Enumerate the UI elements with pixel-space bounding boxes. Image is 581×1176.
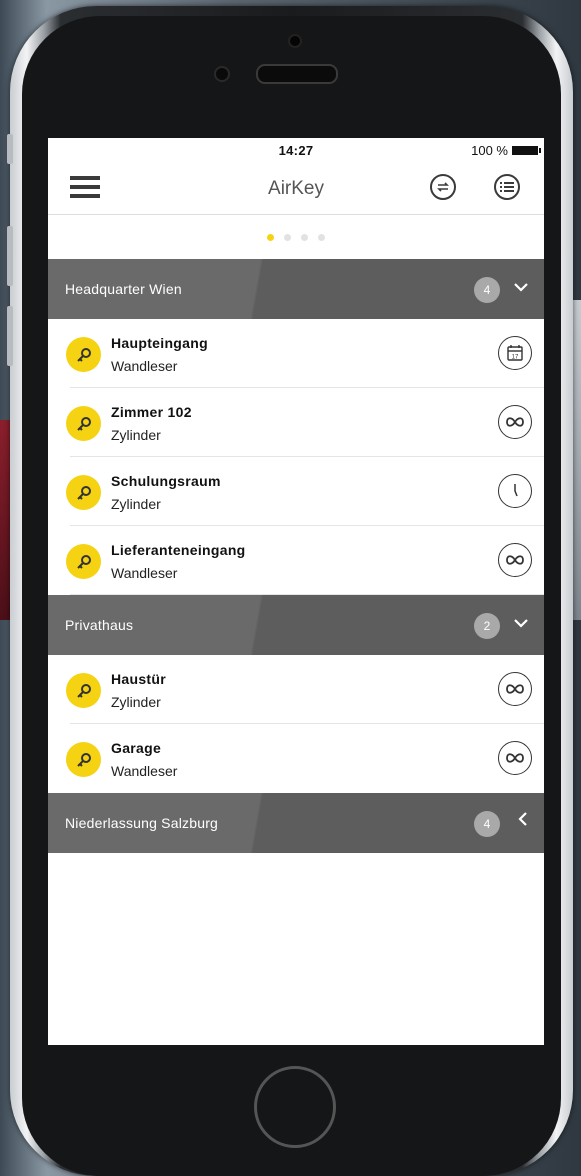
group-count-badge: 4 — [474, 811, 500, 837]
group-header-privathaus[interactable]: Privathaus 2 — [48, 595, 544, 655]
key-icon — [66, 475, 101, 510]
volume-up-button — [7, 226, 13, 286]
app-screen: 14:27 100 % AirKey Headquarter Wien 4 Ha… — [48, 138, 544, 1045]
key-icon — [66, 742, 101, 777]
item-name: Garage — [111, 740, 162, 756]
item-name: Lieferanteneingang — [111, 542, 246, 558]
chevron-down-icon[interactable] — [514, 276, 528, 297]
home-button[interactable] — [254, 1066, 336, 1148]
battery-indicator: 100 % — [471, 143, 541, 158]
item-type: Wandleser — [111, 763, 178, 779]
calendar-date: 17 — [512, 355, 519, 361]
infinity-icon[interactable] — [498, 405, 532, 439]
group-count-badge: 2 — [474, 613, 500, 639]
infinity-icon[interactable] — [498, 672, 532, 706]
item-type: Zylinder — [111, 496, 161, 512]
nav-bar: AirKey — [48, 162, 544, 215]
sync-button[interactable] — [430, 174, 456, 200]
list-view-button[interactable] — [494, 174, 520, 200]
list-item[interactable]: Haupteingang Wandleser 17 — [48, 319, 544, 388]
mute-switch — [7, 134, 13, 164]
proximity-sensor — [216, 68, 228, 80]
status-bar: 14:27 100 % — [48, 138, 544, 162]
list-item[interactable]: Schulungsraum Zylinder — [48, 457, 544, 526]
key-icon — [66, 673, 101, 708]
page-dot[interactable] — [267, 233, 274, 241]
item-type: Wandleser — [111, 565, 178, 581]
item-name: Zimmer 102 — [111, 404, 192, 420]
battery-icon — [512, 146, 541, 155]
volume-down-button — [7, 306, 13, 366]
page-dot[interactable] — [284, 233, 291, 241]
list-icon — [500, 182, 514, 192]
chevron-down-icon[interactable] — [514, 612, 528, 633]
list-item[interactable]: Zimmer 102 Zylinder — [48, 388, 544, 457]
status-time: 14:27 — [278, 143, 314, 158]
item-type: Zylinder — [111, 694, 161, 710]
app-title: AirKey — [268, 178, 324, 199]
earpiece-speaker — [256, 64, 338, 84]
item-name: Haustür — [111, 671, 166, 687]
item-type: Zylinder — [111, 427, 161, 443]
key-icon — [66, 337, 101, 372]
battery-percent: 100 % — [471, 143, 508, 158]
item-type: Wandleser — [111, 358, 178, 374]
list-item[interactable]: Haustür Zylinder — [48, 655, 544, 724]
item-name: Schulungsraum — [111, 473, 221, 489]
sync-icon — [437, 182, 449, 192]
key-icon — [66, 406, 101, 441]
calendar-icon[interactable]: 17 — [498, 336, 532, 370]
key-icon — [66, 544, 101, 579]
item-name: Haupteingang — [111, 335, 208, 351]
clock-icon[interactable] — [498, 474, 532, 508]
group-count-badge: 4 — [474, 277, 500, 303]
group-name: Privathaus — [65, 617, 134, 633]
front-camera — [290, 36, 300, 46]
infinity-icon[interactable] — [498, 741, 532, 775]
page-indicator — [48, 215, 544, 259]
infinity-icon[interactable] — [498, 543, 532, 577]
page-dot[interactable] — [301, 233, 308, 241]
group-name: Headquarter Wien — [65, 281, 182, 297]
list-item[interactable]: Garage Wandleser — [48, 724, 544, 793]
group-name: Niederlassung Salzburg — [65, 815, 219, 831]
page-dot[interactable] — [318, 233, 325, 241]
chevron-left-icon[interactable] — [518, 810, 528, 831]
list-item[interactable]: Lieferanteneingang Wandleser — [48, 526, 544, 595]
group-header-headquarter-wien[interactable]: Headquarter Wien 4 — [48, 259, 544, 319]
group-header-niederlassung-salzburg[interactable]: Niederlassung Salzburg 4 — [48, 793, 544, 853]
